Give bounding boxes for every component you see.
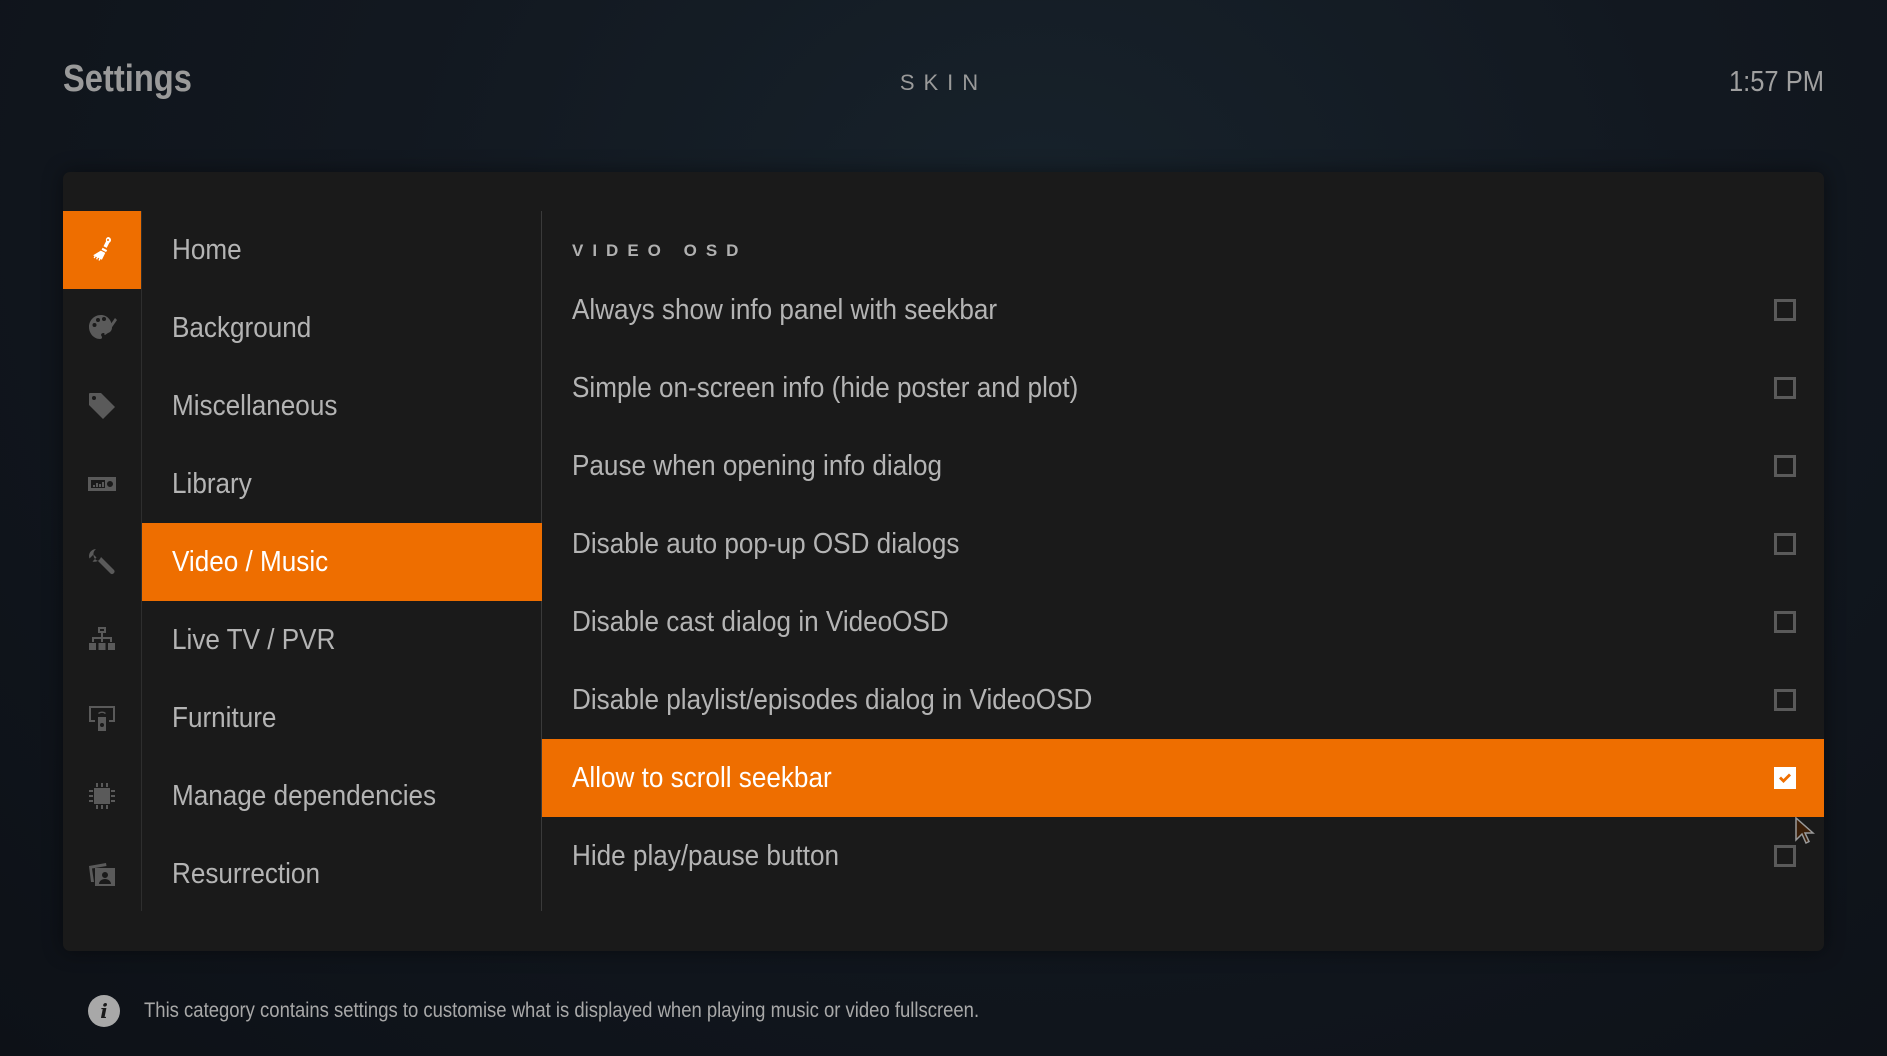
category-icon-background[interactable] xyxy=(63,289,141,367)
checkbox[interactable] xyxy=(1774,845,1796,867)
category-home[interactable]: Home xyxy=(142,211,541,289)
checkbox[interactable] xyxy=(1774,455,1796,477)
setting-row[interactable]: Simple on-screen info (hide poster and p… xyxy=(542,349,1824,427)
setting-row[interactable]: Pause when opening info dialog xyxy=(542,427,1824,505)
wrench-icon xyxy=(89,549,115,574)
setting-label: Simple on-screen info (hide poster and p… xyxy=(572,371,1079,404)
setting-label: Disable playlist/episodes dialog in Vide… xyxy=(572,683,1093,716)
checkbox-checked[interactable] xyxy=(1774,767,1796,789)
checkbox[interactable] xyxy=(1774,689,1796,711)
category-icon-library[interactable] xyxy=(63,445,141,523)
category-icon-home[interactable] xyxy=(63,211,141,289)
setting-row[interactable]: Always show info panel with seekbar xyxy=(542,271,1824,349)
tag-icon xyxy=(89,393,115,419)
checkbox[interactable] xyxy=(1774,533,1796,555)
setting-row[interactable]: Disable auto pop-up OSD dialogs xyxy=(542,505,1824,583)
footer-description: i This category contains settings to cus… xyxy=(88,995,1093,1027)
category-live-tv-pvr[interactable]: Live TV / PVR xyxy=(142,601,541,679)
category-video-music[interactable]: Video / Music xyxy=(142,523,541,601)
category-list: Home Background Miscellaneous Library Vi… xyxy=(141,211,541,911)
checkbox[interactable] xyxy=(1774,611,1796,633)
network-icon xyxy=(89,627,115,650)
category-icon-video-music[interactable] xyxy=(63,523,141,601)
setting-label: Allow to scroll seekbar xyxy=(572,761,832,794)
group-header: VIDEO OSD xyxy=(572,241,748,260)
category-icon-resurrection[interactable] xyxy=(63,835,141,913)
category-resurrection[interactable]: Resurrection xyxy=(142,835,541,913)
cpu-icon xyxy=(89,783,115,809)
checkbox[interactable] xyxy=(1774,299,1796,321)
footer-text: This category contains settings to custo… xyxy=(144,999,980,1022)
category-furniture[interactable]: Furniture xyxy=(142,679,541,757)
setting-label: Disable auto pop-up OSD dialogs xyxy=(572,527,960,560)
section-label: SKIN xyxy=(899,70,988,95)
mouse-cursor-icon xyxy=(1795,817,1815,845)
checkmark-icon xyxy=(1779,773,1791,783)
category-manage-dependencies[interactable]: Manage dependencies xyxy=(142,757,541,835)
clock: 1:57 PM xyxy=(1728,66,1824,98)
radio-icon xyxy=(88,477,116,491)
settings-panel: Home Background Miscellaneous Library Vi… xyxy=(63,172,1824,951)
setting-row[interactable]: Disable cast dialog in VideoOSD xyxy=(542,583,1824,661)
info-icon: i xyxy=(88,995,120,1027)
category-library[interactable]: Library xyxy=(142,445,541,523)
category-icon-miscellaneous[interactable] xyxy=(63,367,141,445)
checkbox[interactable] xyxy=(1774,377,1796,399)
setting-label: Pause when opening info dialog xyxy=(572,449,943,482)
setting-label: Hide play/pause button xyxy=(572,839,839,872)
settings-list: VIDEO OSD Always show info panel with se… xyxy=(542,211,1824,911)
photos-icon xyxy=(89,863,115,886)
category-background[interactable]: Background xyxy=(142,289,541,367)
setting-label: Always show info panel with seekbar xyxy=(572,293,998,326)
paint-brush-icon xyxy=(93,237,111,261)
category-miscellaneous[interactable]: Miscellaneous xyxy=(142,367,541,445)
category-icon-manage-dependencies[interactable] xyxy=(63,757,141,835)
palette-icon xyxy=(89,315,117,339)
setting-row-focused[interactable]: Allow to scroll seekbar xyxy=(542,739,1824,817)
remote-display-icon xyxy=(89,706,115,731)
setting-row[interactable]: Hide play/pause button xyxy=(542,817,1824,895)
setting-label: Disable cast dialog in VideoOSD xyxy=(572,605,949,638)
category-icon-live-tv[interactable] xyxy=(63,601,141,679)
setting-row[interactable]: Disable playlist/episodes dialog in Vide… xyxy=(542,661,1824,739)
category-icon-furniture[interactable] xyxy=(63,679,141,757)
category-icon-column xyxy=(63,211,141,913)
